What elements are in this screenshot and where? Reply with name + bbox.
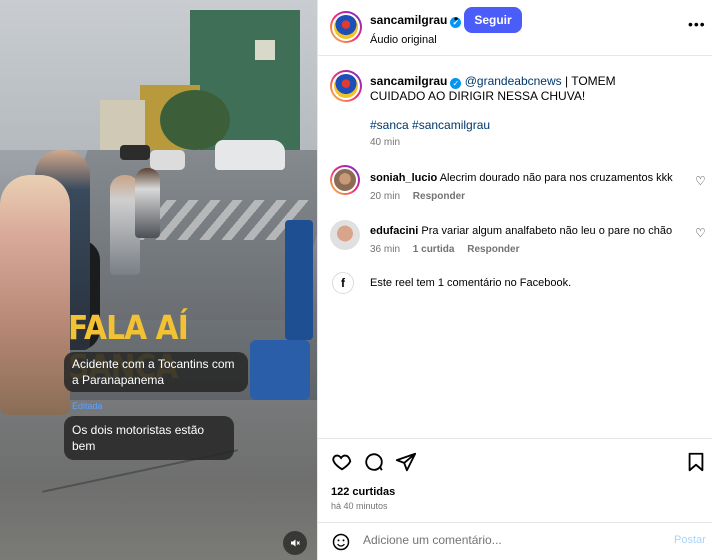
add-comment-bar: Postar xyxy=(318,522,712,560)
caption-mention[interactable]: @grandeabcnews xyxy=(465,74,562,88)
more-options-icon[interactable]: ••• xyxy=(688,16,706,32)
avatar[interactable] xyxy=(330,11,362,43)
bookmark-icon[interactable] xyxy=(685,451,707,473)
header-dot: • xyxy=(454,12,459,26)
facebook-comments-note[interactable]: Este reel tem 1 comentário no Facebook. xyxy=(370,277,571,289)
comment-icon[interactable] xyxy=(363,451,385,473)
comment-like-icon[interactable]: ♡ xyxy=(695,226,706,240)
comment-username[interactable]: edufacini xyxy=(370,225,418,237)
comment-body: Pra variar algum analfabeto não leu o pa… xyxy=(421,225,673,237)
caption-username[interactable]: sancamilgrau xyxy=(370,74,447,88)
reel-video[interactable]: FALA AÍ SANCA Acidente com a Tocantins c… xyxy=(0,0,317,560)
reel-view: FALA AÍ SANCA Acidente com a Tocantins c… xyxy=(0,0,712,560)
post-panel: sancamilgrau ✓ • Seguir Áudio original ••… xyxy=(317,0,712,560)
video-message-bubble: Acidente com a Tocantins com a Paranapan… xyxy=(64,352,248,392)
caption-time: 40 min xyxy=(370,137,401,148)
mute-button[interactable] xyxy=(283,531,307,555)
header-username-text[interactable]: sancamilgrau xyxy=(370,13,447,27)
follow-button[interactable]: Seguir xyxy=(464,7,522,33)
comment-reply[interactable]: Responder xyxy=(467,244,519,255)
likes-count[interactable]: 122 curtidas xyxy=(331,486,395,498)
comment-like-icon[interactable]: ♡ xyxy=(695,174,706,188)
comment-likes[interactable]: 1 curtida xyxy=(413,244,455,255)
post-actions: 122 curtidas há 40 minutos xyxy=(318,438,712,518)
comment-avatar[interactable] xyxy=(330,165,360,195)
comment-reply[interactable]: Responder xyxy=(413,191,465,202)
facebook-icon: f xyxy=(332,272,354,294)
video-message-bubble-2: Os dois motoristas estão bem xyxy=(64,416,234,460)
comment-username[interactable]: soniah_lucio xyxy=(370,172,437,184)
comment-time: 36 min xyxy=(370,244,401,255)
comment-input[interactable] xyxy=(363,533,663,547)
video-person-walking-2 xyxy=(135,168,160,238)
comment-avatar[interactable] xyxy=(330,220,360,250)
heart-icon[interactable] xyxy=(331,451,353,473)
post-age: há 40 minutos xyxy=(331,501,388,511)
header-username[interactable]: sancamilgrau ✓ xyxy=(370,13,462,28)
comment-body: Alecrim dourado não para nos cruzamentos… xyxy=(439,172,673,184)
speaker-muted-icon xyxy=(291,539,300,547)
video-edited-label: Editada xyxy=(72,401,103,411)
share-icon[interactable] xyxy=(395,451,417,473)
caption-hashtags[interactable]: #sanca #sancamilgrau xyxy=(370,118,490,132)
emoji-icon[interactable] xyxy=(331,532,351,552)
audio-link[interactable]: Áudio original xyxy=(370,34,437,46)
video-car-far xyxy=(150,150,185,170)
video-car-white xyxy=(215,140,285,170)
post-button[interactable]: Postar xyxy=(674,534,706,546)
comment-text: soniah_lucio Alecrim dourado não para no… xyxy=(370,171,690,185)
caption-avatar[interactable] xyxy=(330,70,362,102)
video-building-window xyxy=(255,40,275,60)
video-car-dark-far xyxy=(120,145,150,160)
comment-meta: 36 min 1 curtida Responder xyxy=(370,244,530,255)
verified-icon: ✓ xyxy=(450,78,462,89)
comment-text: edufacini Pra variar algum analfabeto nã… xyxy=(370,224,690,238)
post-header: sancamilgrau ✓ • Seguir Áudio original ••… xyxy=(318,0,712,56)
comment-meta: 20 min Responder xyxy=(370,191,475,202)
video-person-woman xyxy=(0,175,70,415)
post-caption: sancamilgrau ✓ @grandeabcnews | TOMEM CUI… xyxy=(370,74,670,104)
comment-time: 20 min xyxy=(370,191,401,202)
